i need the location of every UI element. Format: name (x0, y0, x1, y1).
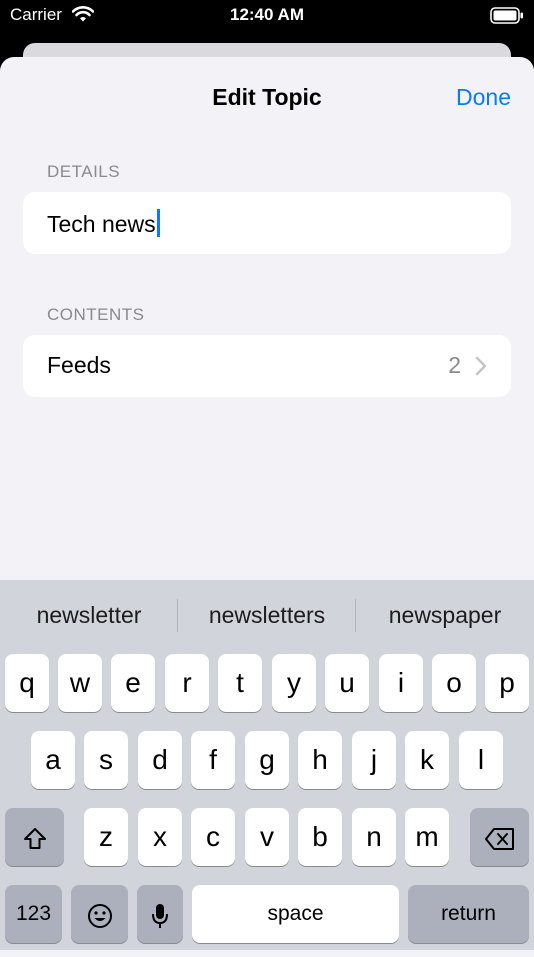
space-key[interactable]: space (192, 885, 399, 943)
status-bar: Carrier 12:40 AM (0, 0, 534, 32)
suggestion-3[interactable]: newspaper (356, 580, 534, 650)
topic-name-value: Tech news (47, 211, 156, 237)
details-section-header: DETAILS (47, 162, 121, 181)
key-k[interactable]: k (405, 731, 449, 789)
key-v[interactable]: v (245, 808, 289, 866)
key-y[interactable]: y (272, 654, 316, 712)
contents-section-header: CONTENTS (47, 305, 145, 324)
key-t[interactable]: t (218, 654, 262, 712)
key-q[interactable]: q (5, 654, 49, 712)
key-u[interactable]: u (325, 654, 369, 712)
key-x[interactable]: x (138, 808, 182, 866)
key-i[interactable]: i (379, 654, 423, 712)
key-c[interactable]: c (191, 808, 235, 866)
key-h[interactable]: h (298, 731, 342, 789)
numbers-key[interactable]: 123 (5, 885, 62, 943)
key-o[interactable]: o (432, 654, 476, 712)
battery-icon (490, 7, 524, 29)
emoji-icon (87, 898, 113, 929)
microphone-icon (150, 898, 170, 929)
key-f[interactable]: f (191, 731, 235, 789)
key-l[interactable]: l (459, 731, 503, 789)
key-p[interactable]: p (485, 654, 529, 712)
feeds-count: 2 (448, 352, 461, 378)
key-z[interactable]: z (84, 808, 128, 866)
topic-name-field[interactable]: Tech news (23, 192, 511, 254)
status-time: 12:40 AM (229, 5, 304, 24)
shift-key[interactable] (5, 808, 64, 866)
key-m[interactable]: m (405, 808, 449, 866)
shift-icon (22, 821, 48, 852)
text-cursor (156, 209, 160, 237)
key-r[interactable]: r (165, 654, 209, 712)
done-button[interactable]: Done (456, 84, 511, 111)
key-j[interactable]: j (352, 731, 396, 789)
key-e[interactable]: e (111, 654, 155, 712)
feeds-label: Feeds (47, 352, 111, 378)
suggestion-2[interactable]: newsletters (178, 580, 356, 650)
key-s[interactable]: s (84, 731, 128, 789)
return-key[interactable]: return (408, 885, 529, 943)
page-title: Edit Topic (212, 84, 322, 110)
delete-key[interactable] (470, 808, 529, 866)
key-n[interactable]: n (352, 808, 396, 866)
keyboard: newsletter newsletters newspaper q w e r… (0, 580, 534, 950)
chevron-right-icon (475, 356, 487, 381)
key-g[interactable]: g (245, 731, 289, 789)
key-b[interactable]: b (298, 808, 342, 866)
suggestion-1[interactable]: newsletter (0, 580, 178, 650)
feeds-row[interactable]: Feeds 2 (23, 335, 511, 397)
key-d[interactable]: d (138, 731, 182, 789)
key-a[interactable]: a (31, 731, 75, 789)
emoji-key[interactable] (71, 885, 128, 943)
backspace-icon (484, 821, 516, 852)
topic-name-input[interactable]: Tech news (47, 209, 160, 238)
key-w[interactable]: w (58, 654, 102, 712)
dictation-key[interactable] (137, 885, 183, 943)
